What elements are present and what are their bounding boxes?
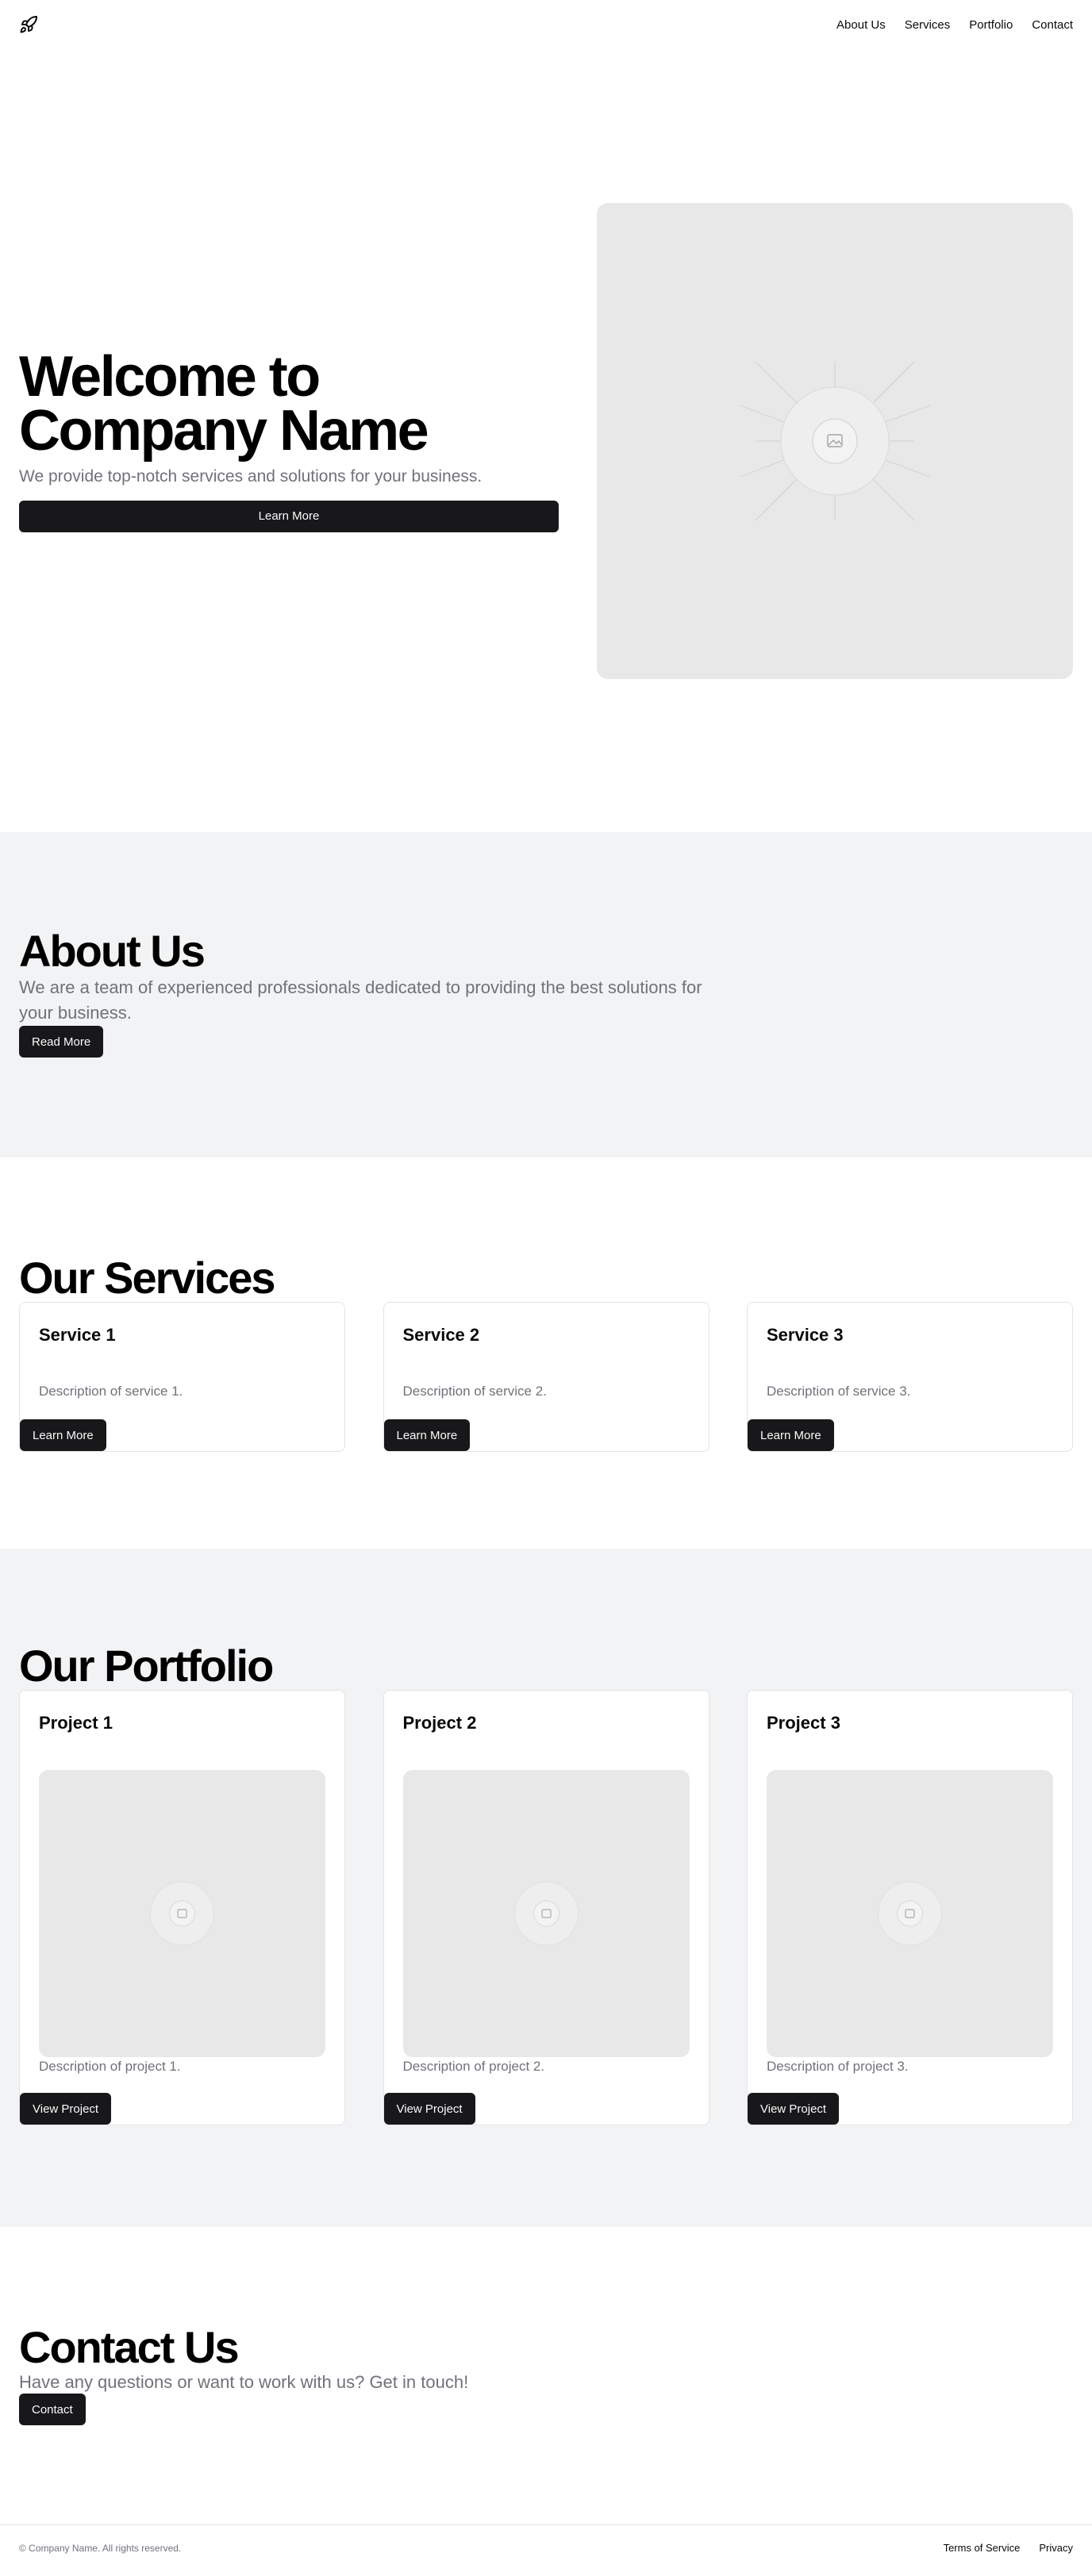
contact-subtitle: Have any questions or want to work with … [19,2372,469,2392]
project-description: Description of project 2. [402,2059,545,2074]
copyright-text: © Company Name. All rights reserved. [19,2542,182,2554]
image-placeholder-icon [150,1881,214,1946]
rocket-icon [20,15,37,33]
project-title: Project 2 [402,1713,477,1733]
project-image-placeholder [39,1770,325,2057]
service-card: Service 3 Description of service 3. Lear… [747,1302,1073,1452]
logo-link[interactable] [19,15,38,34]
project-image-placeholder [402,1770,690,2057]
service-learn-more-button[interactable]: Learn More [748,1419,834,1451]
project-card: Project 1 Description of project 1. View… [19,1690,345,2125]
nav-portfolio[interactable]: Portfolio [969,18,1013,32]
service-description: Description of service 2. [402,1384,547,1399]
service-learn-more-button[interactable]: Learn More [20,1419,106,1451]
nav-about-us[interactable]: About Us [836,18,886,32]
contact-title: Contact Us [19,2322,240,2372]
hero-title: Welcome to Company Name [19,344,429,463]
service-description: Description of service 3. [767,1384,911,1399]
view-project-button[interactable]: View Project [383,2093,475,2125]
site-footer: © Company Name. All rights reserved. Ter… [0,2524,1092,2570]
terms-of-service-link[interactable]: Terms of Service [944,2542,1021,2554]
about-title: About Us [19,926,206,976]
hero-section: Welcome to Company Name We provide top-n… [0,49,1092,832]
service-description: Description of service 1. [39,1384,183,1399]
hero-subtitle: We provide top-notch services and soluti… [19,466,483,486]
image-placeholder-icon [878,1881,942,1946]
project-title: Project 1 [39,1713,113,1733]
project-image-placeholder [767,1770,1053,2057]
site-header: About Us Services Portfolio Contact [0,0,1092,49]
service-learn-more-button[interactable]: Learn More [383,1419,471,1451]
project-description: Description of project 1. [39,2059,181,2074]
services-section: Our Services Service 1 Description of se… [0,1157,1092,1549]
portfolio-section: Our Portfolio Project 1 Description of p… [0,1549,1092,2227]
project-card: Project 2 Description of project 2. View… [383,1690,709,2125]
nav-contact[interactable]: Contact [1032,18,1073,32]
hero-learn-more-button[interactable]: Learn More [19,500,559,532]
service-card: Service 1 Description of service 1. Lear… [19,1302,345,1452]
contact-section: Contact Us Have any questions or want to… [0,2227,1092,2524]
image-placeholder-icon [513,1881,579,1946]
contact-button[interactable]: Contact [19,2394,86,2425]
hero-image-placeholder [597,202,1073,679]
portfolio-cards: Project 1 Description of project 1. View… [19,1690,1073,2125]
footer-links: Terms of Service Privacy [944,2542,1073,2554]
about-section: About Us We are a team of experienced pr… [0,832,1092,1157]
portfolio-title: Our Portfolio [19,1641,274,1691]
nav-services[interactable]: Services [905,18,951,32]
services-cards: Service 1 Description of service 1. Lear… [19,1302,1073,1452]
project-description: Description of project 3. [767,2059,909,2074]
about-text: We are a team of experienced professiona… [19,977,702,1023]
service-card: Service 2 Description of service 2. Lear… [383,1302,709,1452]
services-title: Our Services [19,1253,276,1303]
service-title: Service 3 [767,1325,844,1345]
read-more-button[interactable]: Read More [19,1026,104,1058]
hero-content: Welcome to Company Name We provide top-n… [19,344,559,532]
privacy-link[interactable]: Privacy [1039,2542,1073,2554]
image-placeholder-icon [739,361,931,520]
main-nav: About Us Services Portfolio Contact [836,18,1073,32]
service-title: Service 2 [402,1325,480,1345]
service-title: Service 1 [39,1325,116,1345]
project-title: Project 3 [767,1713,840,1733]
project-card: Project 3 Description of project 3. View… [747,1690,1073,2125]
view-project-button[interactable]: View Project [748,2093,840,2125]
view-project-button[interactable]: View Project [20,2093,112,2125]
